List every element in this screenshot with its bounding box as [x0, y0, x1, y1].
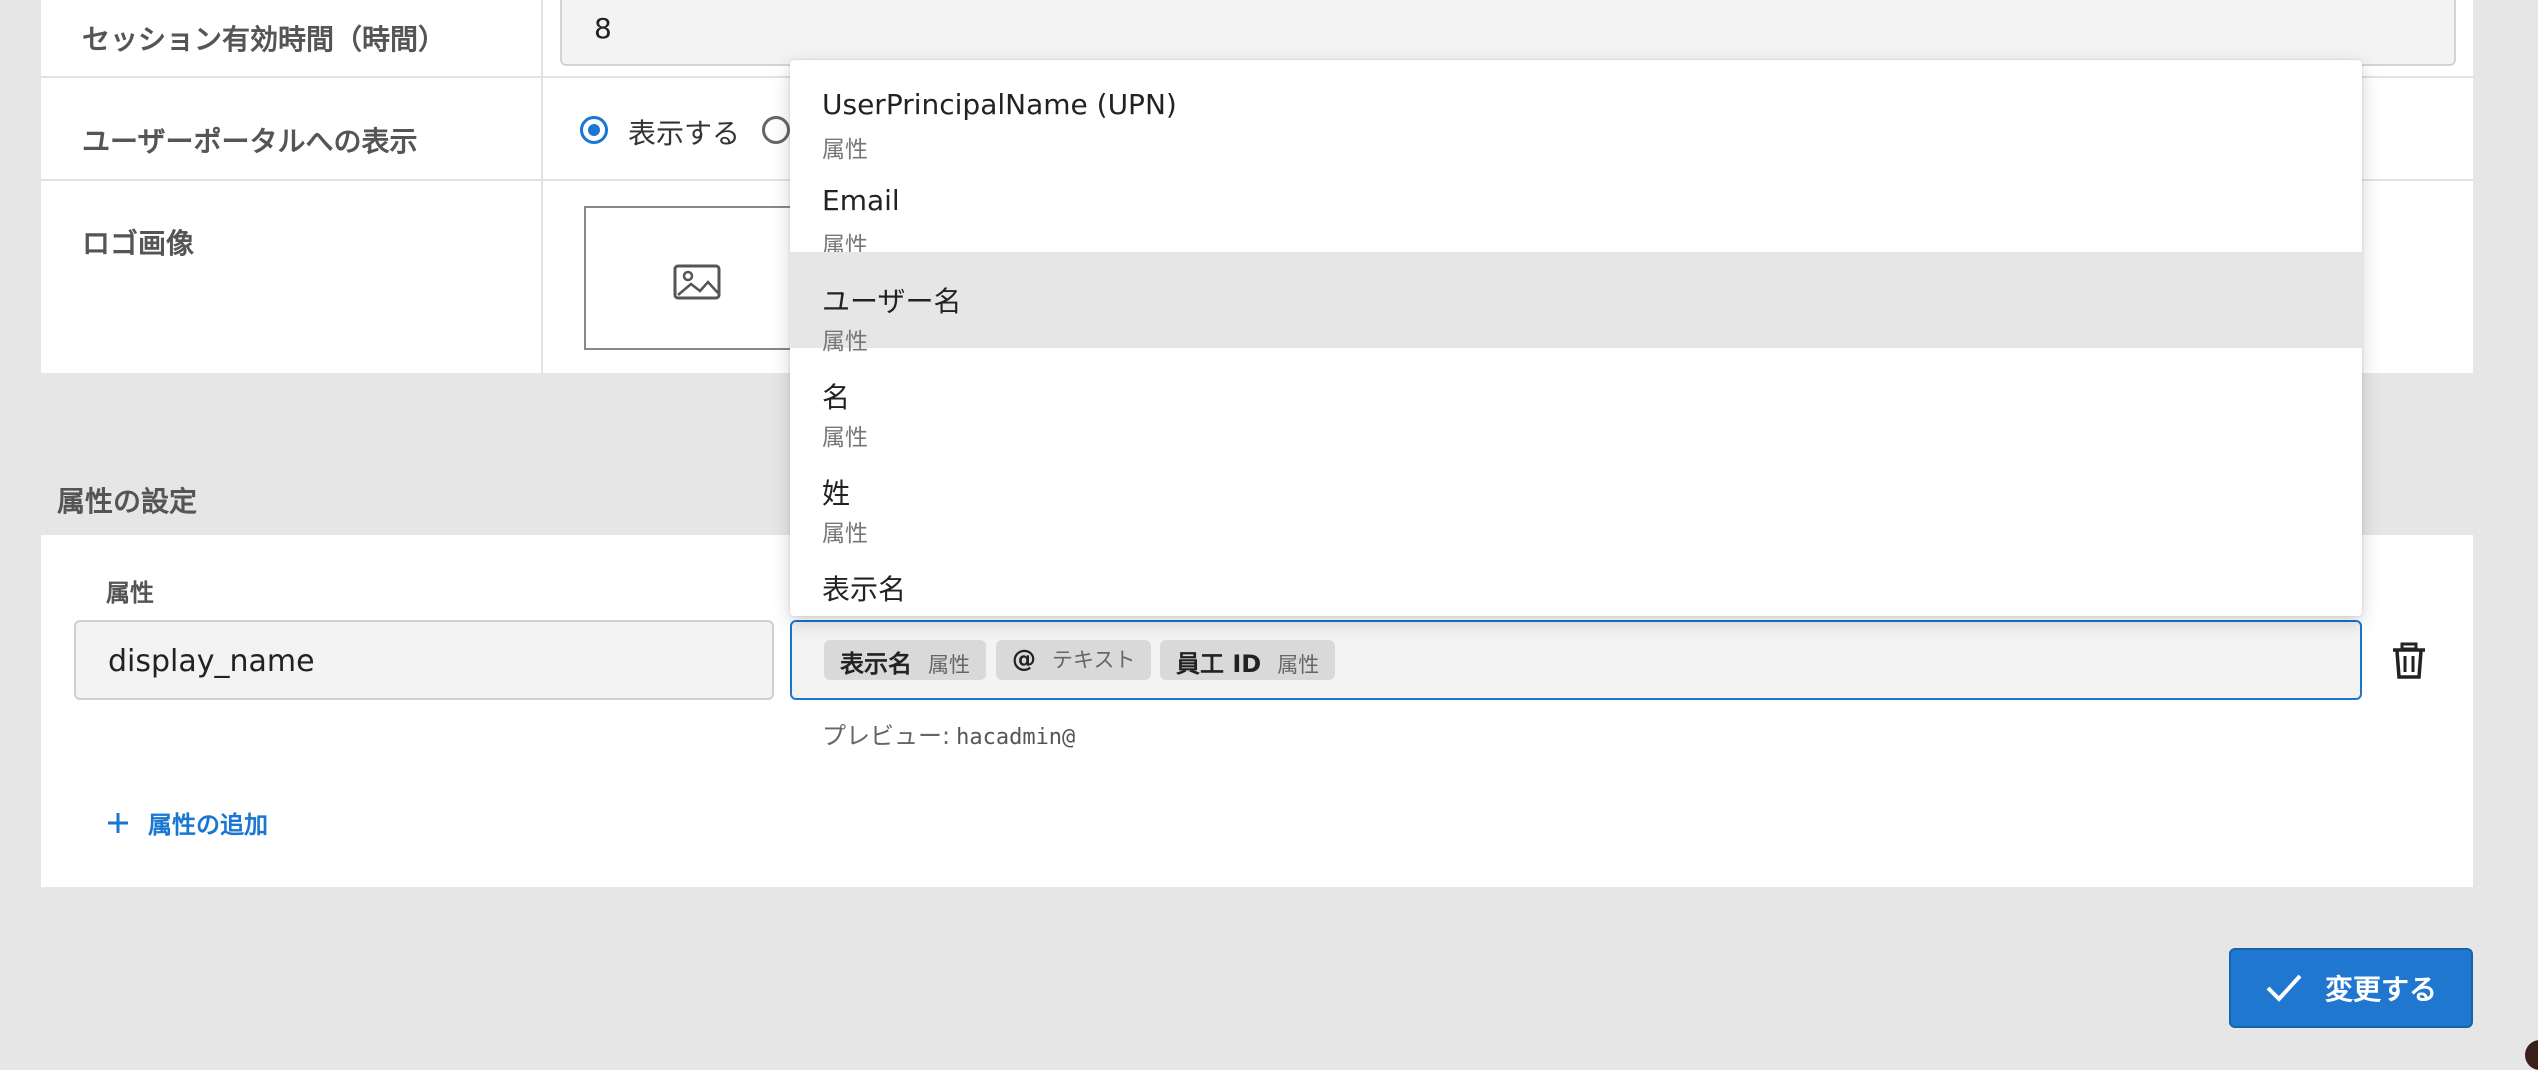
image-icon [673, 264, 721, 300]
value-chip[interactable]: 表示名 属性 [824, 640, 986, 680]
chip-label: 表示名 [840, 650, 912, 678]
portal-label: ユーザーポータルへの表示 [82, 125, 418, 158]
dropdown-option[interactable]: UserPrincipalName (UPN) 属性 [790, 60, 2362, 163]
portal-show-label: 表示する [628, 117, 741, 150]
chip-label: 員工 ID [1176, 650, 1262, 678]
logo-label: ロゴ画像 [82, 227, 195, 260]
dropdown-option[interactable]: 名 属性 [790, 348, 2362, 451]
dropdown-option[interactable]: 姓 属性 [790, 444, 2362, 547]
add-attribute-label: 属性の追加 [148, 811, 268, 839]
dropdown-option[interactable]: Email 属性 [790, 156, 2362, 259]
session-duration-input[interactable]: 8 [560, 0, 2456, 66]
check-icon [2266, 974, 2302, 1002]
preview-value: hacadmin@ [956, 725, 1076, 750]
option-label: 表示名 [822, 573, 907, 606]
attribute-name-input[interactable]: display_name [74, 620, 774, 700]
chip-type: テキスト [1052, 648, 1136, 672]
attribute-dropdown[interactable]: UserPrincipalName (UPN) 属性 Email 属性 ユーザー… [790, 60, 2362, 616]
window-corner [2525, 1040, 2538, 1070]
portal-show-radio[interactable] [580, 116, 608, 144]
option-label: UserPrincipalName (UPN) [822, 88, 1177, 121]
option-type: 属性 [822, 610, 868, 616]
chip-type: 属性 [928, 653, 970, 677]
logo-upload-box[interactable] [584, 206, 806, 350]
plus-icon [108, 812, 128, 833]
option-label: 姓 [822, 477, 851, 510]
attribute-column-header: 属性 [106, 579, 154, 607]
submit-button[interactable]: 変更する [2229, 948, 2473, 1028]
chip-label: @ [1012, 645, 1036, 673]
preview: プレビュー: hacadmin@ [822, 716, 1075, 751]
option-label: Email [822, 184, 900, 217]
submit-label: 変更する [2324, 973, 2437, 1006]
dropdown-option[interactable]: 表示名 属性 [790, 540, 2362, 616]
dropdown-option-highlighted[interactable]: ユーザー名 属性 [790, 252, 2362, 355]
session-label: セッション有効時間（時間） [82, 23, 447, 56]
option-label: 名 [822, 381, 851, 414]
option-label: ユーザー名 [822, 285, 962, 318]
chip-type: 属性 [1277, 653, 1320, 677]
attribute-section-title: 属性の設定 [57, 485, 198, 518]
preview-label: プレビュー: [822, 722, 951, 750]
value-chip[interactable]: @ テキスト [996, 640, 1152, 680]
value-chip[interactable]: 員工 ID 属性 [1160, 640, 1336, 680]
portal-hide-radio[interactable] [762, 116, 790, 144]
trash-icon[interactable] [2390, 642, 2428, 680]
add-attribute-button[interactable]: 属性の追加 [106, 805, 268, 840]
